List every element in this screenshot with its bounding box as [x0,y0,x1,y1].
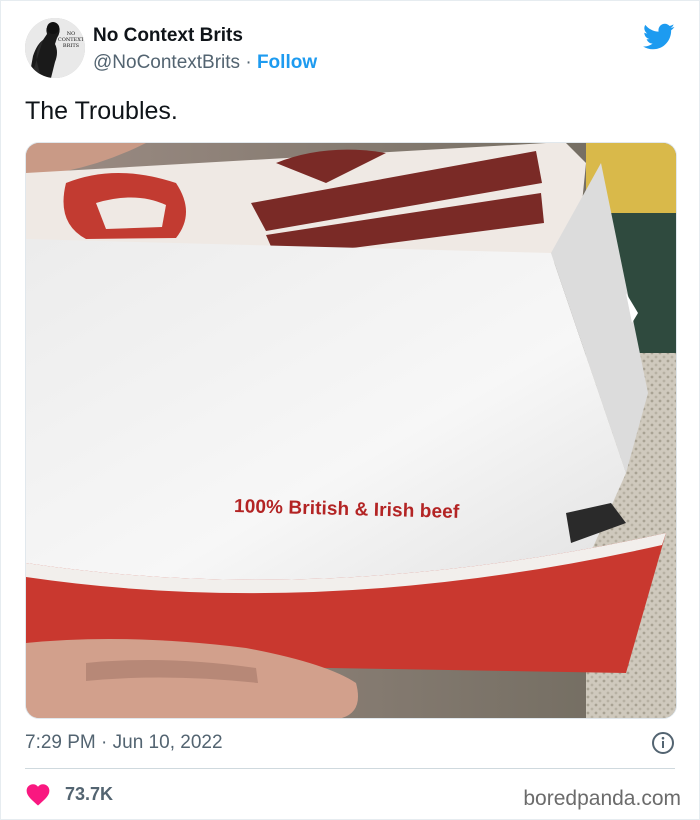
author-display-name[interactable]: No Context Brits [93,25,243,47]
footer-divider [25,768,675,769]
tweet-timestamp[interactable]: 7:29 PM · Jun 10, 2022 [25,732,223,754]
handle-separator: · [245,52,257,73]
info-icon[interactable] [651,731,675,755]
avatar[interactable]: NO CONTEXT BRITS [25,18,85,78]
author-handle[interactable]: @NoContextBrits [93,52,240,73]
twitter-bird-icon[interactable] [643,23,675,51]
like-count: 73.7K [65,783,114,804]
tweet-card: NO CONTEXT BRITS No Context Brits @NoCon… [0,0,700,820]
burger-box-photo [26,143,676,718]
avatar-line-3: BRITS [63,43,80,49]
avatar-image: NO CONTEXT BRITS [25,18,85,78]
boredpanda-watermark: boredpanda.com [523,787,681,810]
heart-icon [26,784,50,806]
follow-button[interactable]: Follow [257,52,317,73]
author-handle-row: @NoContextBrits · Follow [93,52,317,74]
tweet-text: The Troubles. [25,97,178,125]
tweet-media-photo[interactable]: 100% British & Irish beef [25,142,677,719]
like-button[interactable]: 73.7K [25,782,113,806]
